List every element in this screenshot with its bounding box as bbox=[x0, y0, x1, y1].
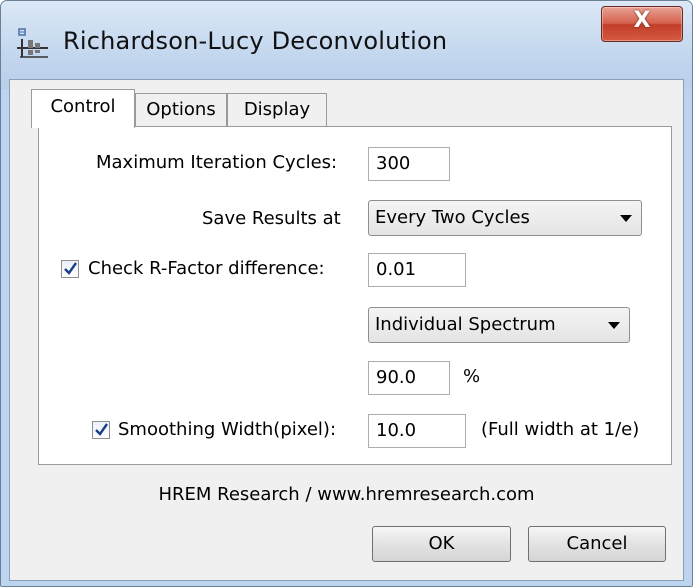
smoothing-width-input[interactable]: 10.0 bbox=[368, 414, 466, 448]
spectrum-select[interactable]: Individual Spectrum bbox=[368, 307, 630, 343]
cancel-button[interactable]: Cancel bbox=[528, 526, 666, 562]
save-results-select[interactable]: Every Two Cycles bbox=[368, 200, 642, 236]
max-iteration-input[interactable]: 300 bbox=[368, 147, 450, 181]
window-title: Richardson-Lucy Deconvolution bbox=[63, 27, 448, 55]
app-icon bbox=[16, 26, 50, 60]
chevron-down-icon bbox=[608, 322, 620, 329]
max-iteration-label: Maximum Iteration Cycles: bbox=[96, 152, 338, 173]
checkmark-icon bbox=[64, 262, 77, 275]
credit-text: HREM Research / www.hremresearch.com bbox=[158, 484, 535, 505]
percent-unit-label: % bbox=[463, 366, 481, 387]
percent-input[interactable]: 90.0 bbox=[368, 361, 450, 395]
title-bar[interactable]: Richardson-Lucy Deconvolution X bbox=[1, 1, 692, 89]
checkmark-icon bbox=[95, 423, 108, 436]
rfactor-input[interactable]: 0.01 bbox=[368, 253, 466, 287]
save-results-value: Every Two Cycles bbox=[375, 207, 530, 228]
spectrum-value: Individual Spectrum bbox=[375, 314, 556, 335]
chevron-down-icon bbox=[620, 215, 632, 222]
ok-button[interactable]: OK bbox=[372, 526, 511, 562]
smoothing-note: (Full width at 1/e) bbox=[481, 419, 640, 440]
rfactor-label: Check R-Factor difference: bbox=[88, 258, 325, 279]
control-tab-panel bbox=[38, 126, 672, 465]
tab-options[interactable]: Options bbox=[135, 93, 227, 126]
rfactor-checkbox[interactable] bbox=[61, 260, 79, 278]
smoothing-checkbox[interactable] bbox=[92, 421, 110, 439]
close-button[interactable]: X bbox=[601, 6, 683, 42]
tab-control[interactable]: Control bbox=[31, 89, 135, 128]
close-icon: X bbox=[633, 8, 651, 33]
smoothing-width-label: Smoothing Width(pixel): bbox=[118, 419, 337, 440]
tab-display[interactable]: Display bbox=[227, 93, 327, 126]
save-results-label: Save Results at bbox=[202, 208, 341, 229]
